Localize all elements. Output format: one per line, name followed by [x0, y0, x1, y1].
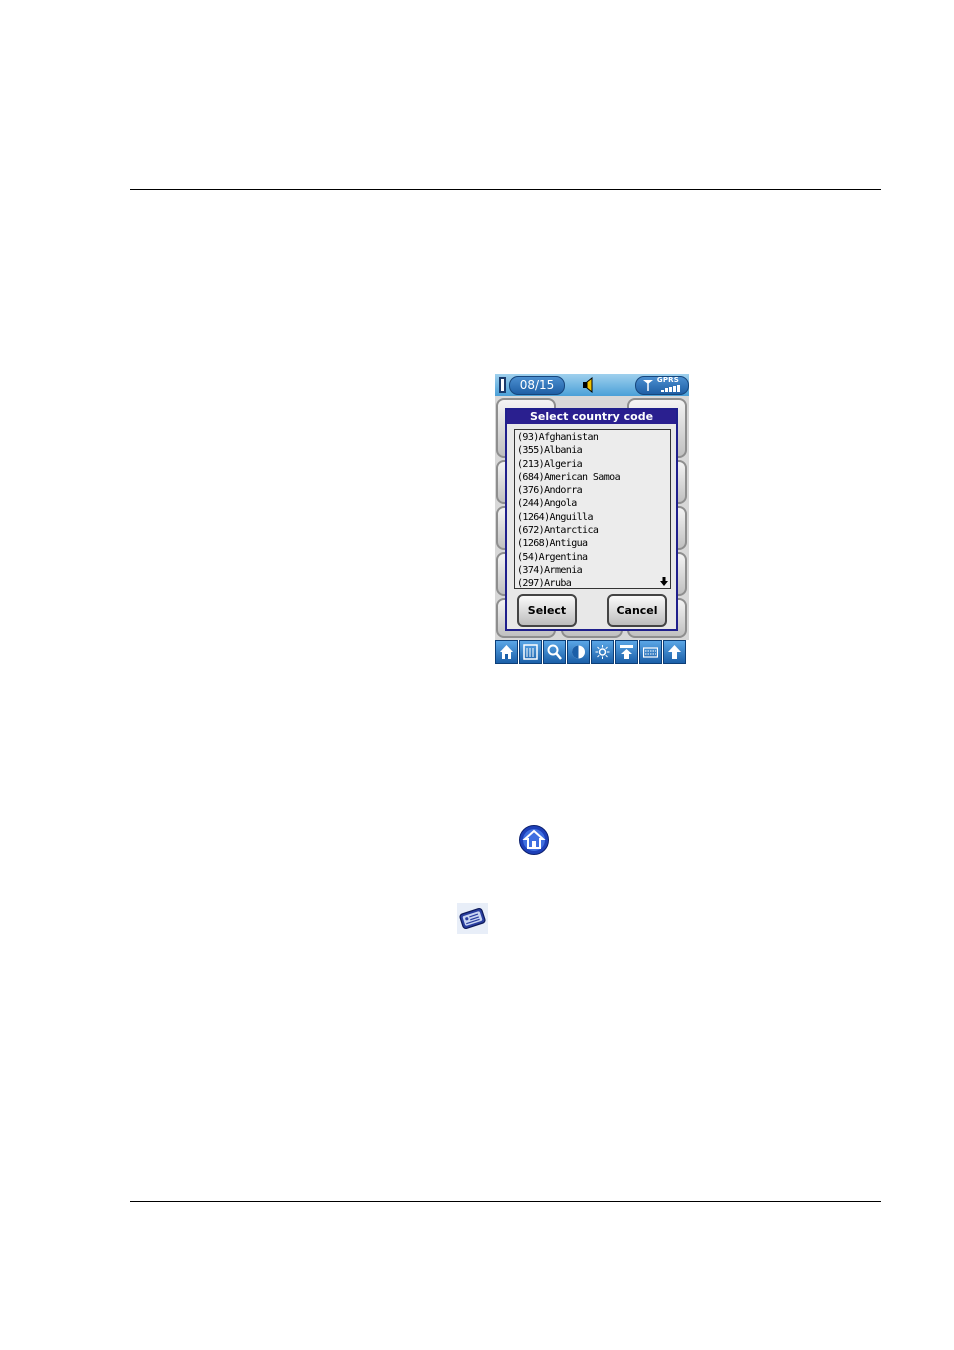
- country-list[interactable]: (93)Afghanistan (355)Albania (213)Algeri…: [514, 429, 671, 589]
- home-icon: [500, 645, 513, 659]
- cancel-button[interactable]: Cancel: [607, 594, 667, 627]
- list-item[interactable]: (213)Algeria: [517, 458, 670, 471]
- shift-button[interactable]: [663, 640, 686, 664]
- footer-rule: [130, 1201, 881, 1202]
- applications-icon: [523, 644, 538, 660]
- brightness-icon: [595, 645, 610, 659]
- brightness-button[interactable]: [591, 640, 614, 664]
- list-item[interactable]: (1268)Antigua: [517, 537, 670, 550]
- list-item[interactable]: (672)Antarctica: [517, 524, 670, 537]
- antenna-icon: [643, 380, 653, 391]
- select-button[interactable]: Select: [517, 594, 577, 627]
- keyboard-button[interactable]: [639, 640, 662, 664]
- status-bar: 08/15 GPRS: [495, 374, 689, 396]
- list-item[interactable]: (93)Afghanistan: [517, 431, 670, 444]
- speaker-icon[interactable]: [581, 377, 597, 393]
- applications-button[interactable]: [519, 640, 542, 664]
- header-rule: [130, 189, 881, 190]
- home-button[interactable]: [495, 640, 518, 664]
- contrast-button[interactable]: [567, 640, 590, 664]
- list-item[interactable]: (374)Armenia: [517, 564, 670, 577]
- scroll-down-arrow-icon[interactable]: [660, 577, 668, 586]
- date-display[interactable]: 08/15: [509, 376, 565, 395]
- bottom-toolbar: [495, 640, 689, 664]
- dialog-title: Select country code: [507, 410, 676, 424]
- keyboard-icon: [643, 647, 658, 658]
- list-item[interactable]: (376)Andorra: [517, 484, 670, 497]
- list-item[interactable]: (355)Albania: [517, 444, 670, 457]
- home-icon: [519, 825, 549, 855]
- sync-icon: [620, 645, 633, 659]
- network-label: GPRS: [656, 376, 679, 384]
- signal-strength-icon: [661, 385, 680, 392]
- list-item[interactable]: (1264)Anguilla: [517, 511, 670, 524]
- list-item[interactable]: (244)Angola: [517, 497, 670, 510]
- contacts-card-icon: [457, 903, 488, 934]
- search-icon: [547, 644, 562, 660]
- sync-button[interactable]: [615, 640, 638, 664]
- list-item[interactable]: (684)American Samoa: [517, 471, 670, 484]
- device-screen: 08/15 GPRS Select country code (93)Afgha…: [495, 374, 689, 664]
- country-code-dialog: Select country code (93)Afghanistan (355…: [505, 408, 678, 631]
- list-item[interactable]: (54)Argentina: [517, 551, 670, 564]
- contrast-icon: [572, 645, 585, 659]
- battery-icon: [499, 377, 506, 393]
- signal-indicator[interactable]: GPRS: [635, 376, 689, 395]
- list-item[interactable]: (297)Aruba: [517, 577, 670, 588]
- shift-up-icon: [668, 645, 681, 659]
- search-button[interactable]: [543, 640, 566, 664]
